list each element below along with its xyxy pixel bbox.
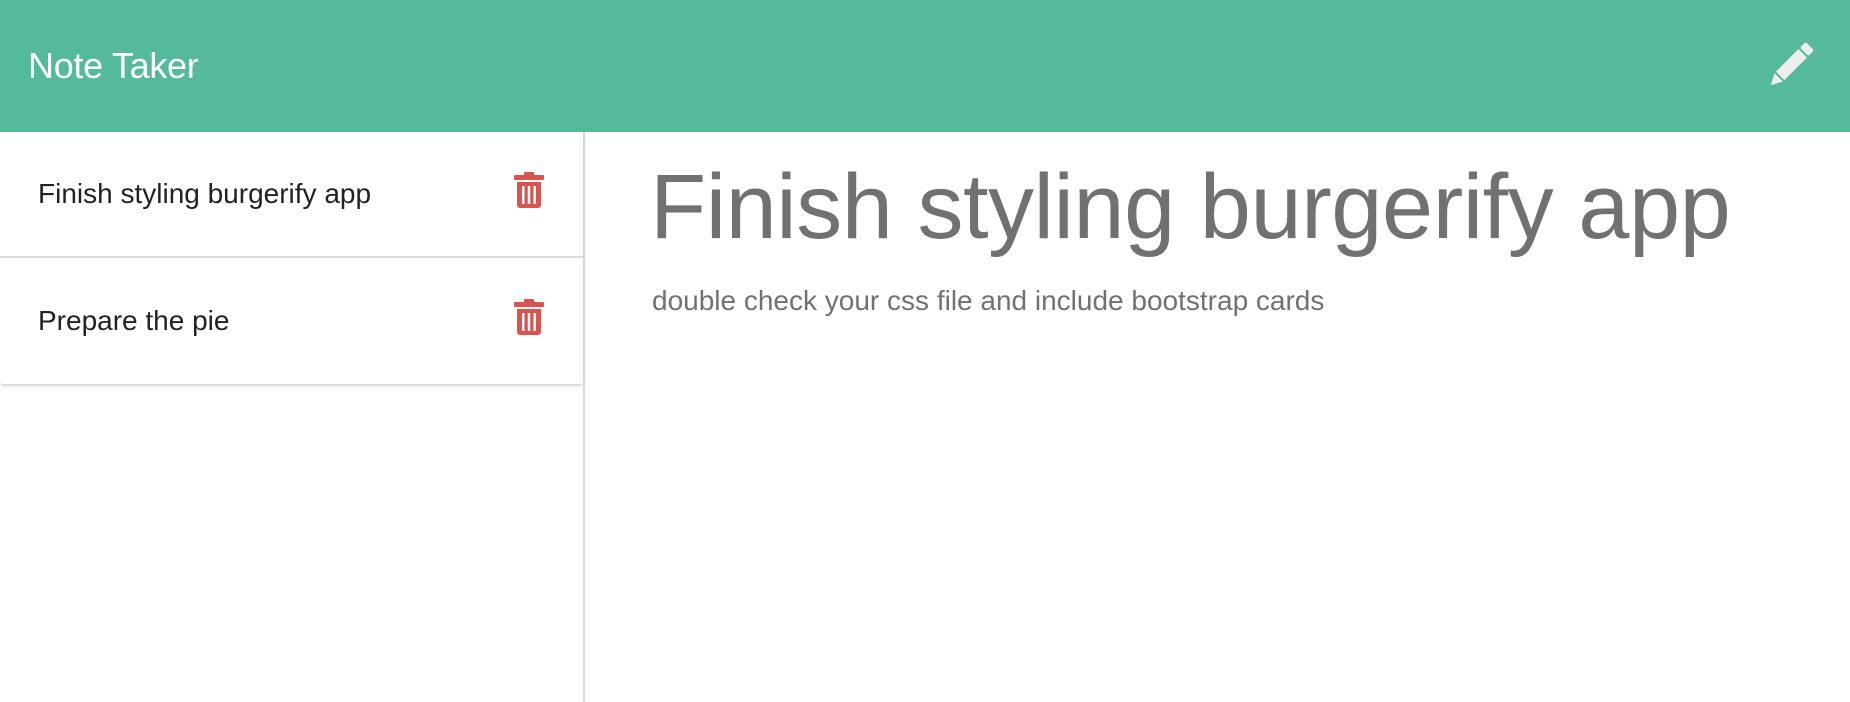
brand-title[interactable]: Note Taker	[28, 45, 199, 87]
note-list-item[interactable]: Prepare the pie	[0, 258, 583, 384]
note-list-item[interactable]: Finish styling burgerify app	[0, 132, 583, 258]
note-list-item-title[interactable]: Finish styling burgerify app	[38, 178, 371, 210]
note-editor: Finish styling burgerify app double chec…	[587, 132, 1850, 702]
new-note-button[interactable]	[1758, 34, 1822, 98]
note-list-item-title[interactable]: Prepare the pie	[38, 305, 229, 337]
trash-icon	[514, 172, 544, 208]
delete-note-button[interactable]	[511, 170, 547, 210]
navbar: Note Taker	[0, 0, 1850, 132]
note-list: Finish styling burgerify app Prepare the…	[0, 132, 583, 386]
trash-icon	[514, 299, 544, 335]
note-title-field[interactable]: Finish styling burgerify app	[650, 156, 1850, 259]
pencil-icon	[1770, 42, 1814, 86]
note-list-sidebar: Finish styling burgerify app Prepare the…	[0, 132, 585, 702]
note-text-field[interactable]: double check your css file and include b…	[652, 285, 1850, 317]
delete-note-button[interactable]	[511, 297, 547, 337]
